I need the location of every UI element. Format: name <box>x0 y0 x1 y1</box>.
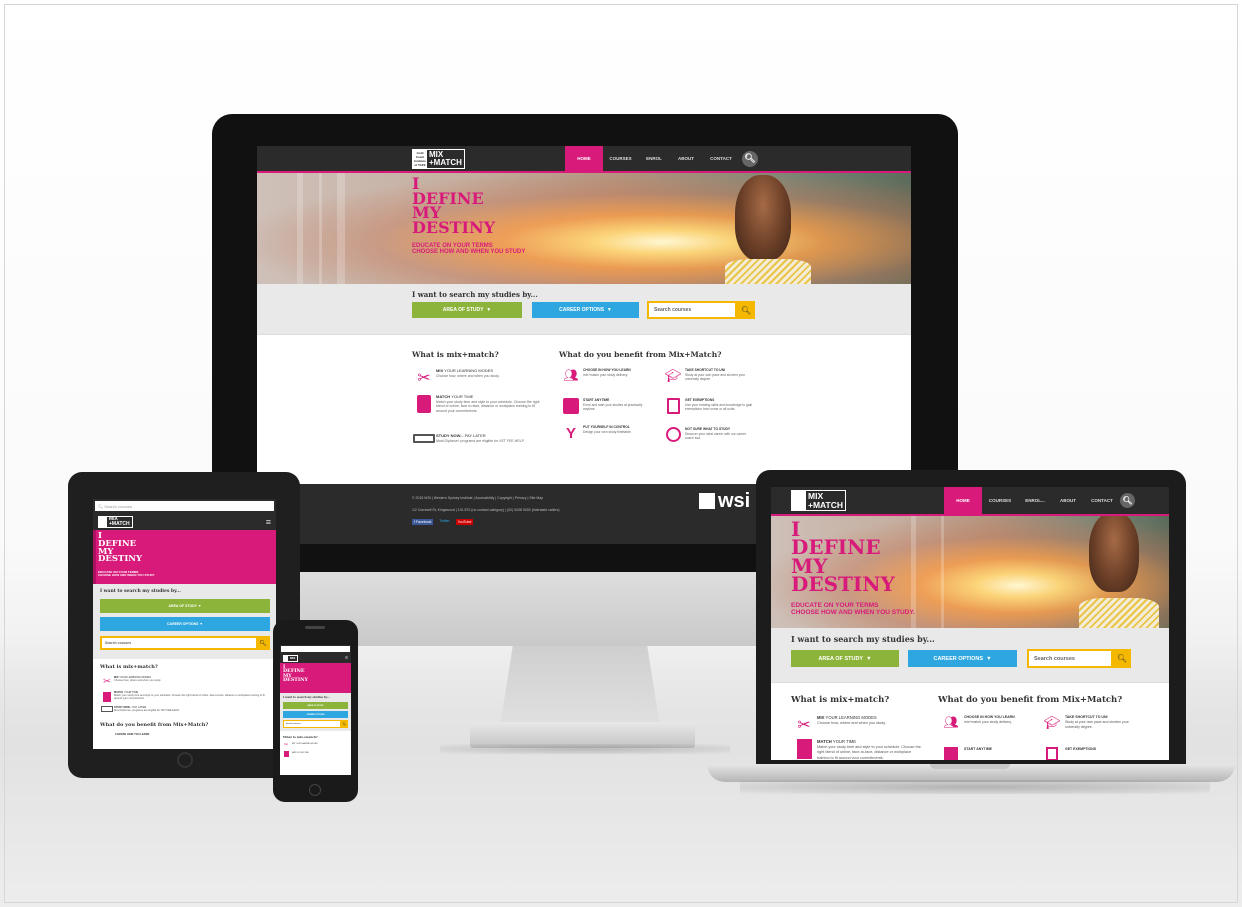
calendar-clock-icon <box>412 394 436 414</box>
tablet-search-input[interactable]: 🔍︎ Search courses <box>95 501 274 511</box>
what-is-title: What is mix+match? <box>412 350 499 359</box>
document-check-icon <box>661 398 685 414</box>
twitter-icon[interactable]: Twitter <box>439 519 449 525</box>
footer-logo: wsi <box>699 491 750 511</box>
laptop-site: MIX +MATCH HOME COURSES ENROL... ABOUT CO… <box>771 487 1169 760</box>
laptop-shadow <box>740 780 1210 794</box>
phone-home-button <box>309 784 321 796</box>
laptop-nav: MIX +MATCH HOME COURSES ENROL... ABOUT CO… <box>771 487 1169 514</box>
search-button[interactable]: 🔍︎ <box>737 301 755 319</box>
graduation-cap-icon: 🎓︎ <box>664 368 682 383</box>
tablet-search-courses[interactable]: Search courses <box>100 636 258 650</box>
feature-mix: ✂ MIX YOUR LEARNING MODES Choose how, whe… <box>412 368 537 388</box>
hamburger-menu-icon[interactable]: ≡ <box>266 517 271 527</box>
benefit-start: START ANYTIME Enrol and start your studie… <box>559 398 643 414</box>
site-logo[interactable]: Gold Coast Institute of TAFE MIX +MATCH <box>412 148 465 169</box>
hero-person <box>735 175 791 261</box>
chevron-down-icon: ▼ <box>606 307 612 313</box>
person-arms-up-icon: Y <box>565 425 576 442</box>
phone-area-button[interactable]: AREA OF STUDY <box>283 702 348 709</box>
laptop-logo[interactable]: MIX +MATCH <box>791 490 847 511</box>
laptop-search-input[interactable]: Search courses <box>1027 649 1113 668</box>
feature-match: MATCH YOUR TIME Match your study time and… <box>412 394 542 414</box>
question-icon <box>661 427 685 442</box>
nav-about[interactable]: ABOUT <box>670 146 702 171</box>
search-icon[interactable]: 🔍︎ <box>1120 493 1135 508</box>
people-icon: 👥︎ <box>563 368 579 382</box>
footer-links[interactable]: © 2015 WSI | Western Sydney Institute | … <box>412 496 543 500</box>
tablet-content: What is mix+match? ✂ MIX YOUR LEARNING MO… <box>100 664 265 736</box>
content-area: What is mix+match? ✂ MIX YOUR LEARNING M… <box>257 335 911 465</box>
laptop-content: What is mix+match? ✂ MIX YOUR LEARNING MO… <box>791 695 1129 760</box>
laptop-hero: I DEFINE MY DESTINY EDUCATE ON YOUR TERMS CH… <box>771 516 1169 628</box>
imac-stand-neck <box>500 646 660 726</box>
tablet-search-band: I want to search my studies by... AREA O… <box>93 584 276 659</box>
benefits-title: What do you benefit from Mix+Match? <box>559 350 722 359</box>
search-placeholder: Search courses <box>654 307 692 313</box>
hero-line-4: DESTINY <box>412 218 496 238</box>
hero-sub-2: CHOOSE HOW AND WHEN YOU STUDY <box>412 249 526 256</box>
laptop-search-band: I want to search my studies by... AREA O… <box>771 628 1169 682</box>
hero-banner: I DEFINE MY DESTINY EDUCATE ON YOUR TERM… <box>257 173 911 284</box>
laptop-notch <box>930 764 1010 769</box>
nav-courses[interactable]: COURSES <box>603 146 638 171</box>
area-of-study-label: AREA OF STUDY <box>442 307 484 313</box>
tablet-nav: MIX +MATCH ≡ <box>93 513 276 530</box>
area-of-study-button[interactable]: AREA OF STUDY ▼ <box>412 302 522 318</box>
laptop-nav-courses[interactable]: COURSES <box>982 487 1018 514</box>
youtube-icon[interactable]: YouTube <box>455 519 474 525</box>
benefit-shortcut: 🎓︎ TAKE SHORTCUT TO UNI Study at your own… <box>661 368 753 384</box>
tablet-home-button <box>177 752 193 768</box>
cash-register-icon <box>412 433 436 443</box>
career-options-label: CAREER OPTIONS <box>559 307 605 313</box>
benefit-choose: 👥︎ CHOOSE IN HOW YOU LEARN mix+match your… <box>559 368 643 382</box>
laptop-nav-enrol[interactable]: ENROL... <box>1018 487 1052 514</box>
phone-hero: I DEFINE MY DESTINY <box>280 663 351 693</box>
laptop-search-button[interactable]: 🔍︎ <box>1113 649 1131 668</box>
tablet-career-button[interactable]: CAREER OPTIONS ▼ <box>100 617 270 631</box>
nav-contact[interactable]: CONTACT <box>702 146 740 171</box>
laptop-area-button[interactable]: AREA OF STUDY ▼ <box>791 650 899 667</box>
phone-career-button[interactable]: CAREER OPTIONS <box>283 711 348 718</box>
nav-home[interactable]: HOME <box>565 146 603 171</box>
tablet-logo[interactable]: MIX +MATCH <box>98 515 133 528</box>
tablet-area-button[interactable]: AREA OF STUDY ▼ <box>100 599 270 613</box>
career-options-button[interactable]: CAREER OPTIONS ▼ <box>532 302 639 318</box>
feature-study-now: STUDY NOW... PAY LATER Most Diploma+ prog… <box>412 433 542 443</box>
search-title: I want to search my studies by... <box>412 290 538 299</box>
nav-items: HOME COURSES ENROL ABOUT CONTACT 🔍︎ <box>565 146 758 171</box>
logo-match: +MATCH <box>429 157 462 167</box>
logo-badge: Gold Coast Institute of TAFE <box>413 149 427 168</box>
facebook-icon[interactable]: f Facebook <box>412 519 434 525</box>
tablet-search-bar: 🔍︎ Search courses <box>93 499 276 513</box>
tablet-search-button[interactable]: 🔍︎ <box>256 636 270 650</box>
tablet-site: 🔍︎ Search courses MIX +MATCH ≡ I DEFINE MY D… <box>93 499 276 749</box>
main-nav: Gold Coast Institute of TAFE MIX +MATCH H… <box>257 146 911 171</box>
benefit-not-sure: NOT SURE WHAT TO STUDY Discover your idea… <box>661 427 753 442</box>
phone-speaker <box>305 626 325 629</box>
search-icon[interactable]: 🔍︎ <box>742 150 758 167</box>
benefit-exemptions: GET EXEMPTIONS Use your existing skills a… <box>661 398 753 414</box>
chevron-down-icon: ▼ <box>486 307 492 313</box>
imac-shadow <box>440 744 730 754</box>
laptop-nav-about[interactable]: ABOUT <box>1052 487 1084 514</box>
search-band: I want to search my studies by... AREA O… <box>257 284 911 334</box>
nav-enrol[interactable]: ENROL <box>638 146 670 171</box>
laptop-nav-home[interactable]: HOME <box>944 487 982 514</box>
footer-address: 1/2 Cornwell St, Kingswood | 131 870 (no… <box>412 508 560 512</box>
calendar-icon <box>559 398 583 414</box>
laptop-nav-contact[interactable]: CONTACT <box>1084 487 1120 514</box>
tablet-hero: I DEFINE MY DESTINY EDUCATE ON YOUR TERMS CH… <box>93 530 276 584</box>
benefit-control: Y PUT YOURSELF IN CONTROL Design your own… <box>559 425 643 442</box>
search-input[interactable]: Search courses <box>647 301 737 319</box>
hero-headline: I DEFINE MY DESTINY <box>412 176 496 238</box>
phone-site: MIX ≡ I DEFINE MY DESTINY I want to search … <box>280 645 351 775</box>
phone-search-input[interactable]: Search courses <box>283 720 341 728</box>
laptop-career-button[interactable]: CAREER OPTIONS ▼ <box>908 650 1017 667</box>
hero-subtitle: EDUCATE ON YOUR TERMS CHOOSE HOW AND WHE… <box>412 243 525 256</box>
scissors-icon: ✂ <box>417 370 431 387</box>
